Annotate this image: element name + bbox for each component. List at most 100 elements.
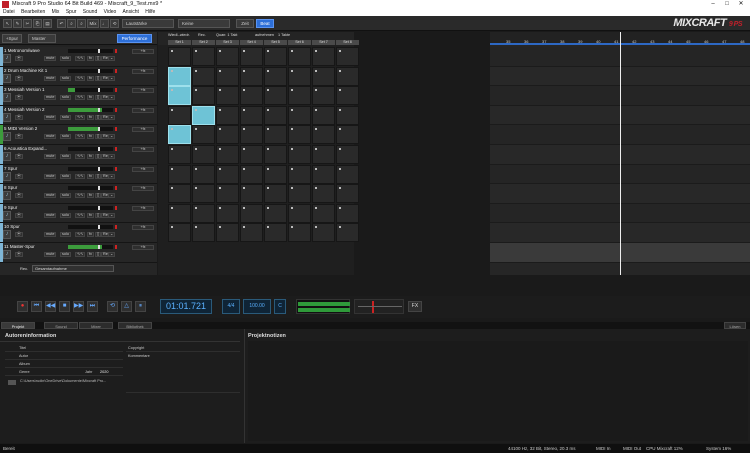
play-trigger-icon[interactable] <box>195 167 197 170</box>
instrument-icon[interactable]: ♪ <box>3 54 11 63</box>
fx-button[interactable]: fx <box>87 252 94 257</box>
grid-cell[interactable] <box>264 125 287 145</box>
track-name[interactable]: 1 Metronom/wave <box>4 48 40 53</box>
grid-cell[interactable] <box>240 125 263 145</box>
fx-button[interactable]: fx <box>87 173 94 179</box>
track-arm-icon[interactable]: ⦿ <box>15 114 23 120</box>
track-row[interactable]: 9 Spur +fx ♪ ⦿ mute solo ∿∿ fx ▯ Rec. ⌄ <box>0 203 157 224</box>
track-name[interactable]: 11 Master-Spur <box>4 244 35 249</box>
track-name[interactable]: 7 Spur <box>4 166 17 171</box>
track-arm-icon[interactable]: ⦿ <box>15 173 23 179</box>
play-trigger-icon[interactable] <box>315 226 317 229</box>
play-trigger-icon[interactable] <box>267 108 269 111</box>
tab-sound[interactable]: Sound <box>44 322 78 329</box>
grid-cell[interactable] <box>312 223 335 243</box>
grid-cell[interactable] <box>168 164 191 184</box>
instrument-icon[interactable]: ♪ <box>3 250 11 259</box>
grid-cell[interactable] <box>168 47 191 66</box>
grid-cell[interactable] <box>216 86 239 106</box>
play-trigger-icon[interactable] <box>243 89 245 92</box>
master-mode-select[interactable]: Master <box>28 34 56 43</box>
menu-datei[interactable]: Datei <box>3 9 15 15</box>
author-field[interactable]: Autor <box>5 353 123 360</box>
track-name[interactable]: 3 Messiah Version 1 <box>4 87 45 92</box>
automation-icon[interactable]: ∿∿ <box>75 95 86 101</box>
grid-cell[interactable] <box>264 164 287 184</box>
master-volume-slider[interactable] <box>354 299 404 314</box>
play-trigger-icon[interactable] <box>339 148 341 150</box>
track-add-fx-button[interactable]: +fx <box>132 88 154 94</box>
chevron-down-icon[interactable]: ⌄ <box>108 114 116 120</box>
grid-cell[interactable] <box>312 145 335 164</box>
chevron-down-icon[interactable]: ⌄ <box>108 193 116 199</box>
tab-library[interactable]: Bibliothek <box>118 322 152 329</box>
select-tool-icon[interactable]: ↖ <box>3 19 12 28</box>
grid-cell[interactable] <box>168 223 191 243</box>
play-trigger-icon[interactable] <box>267 89 269 92</box>
set-label[interactable]: Set 2 <box>192 40 215 45</box>
play-trigger-icon[interactable] <box>291 69 293 72</box>
zeit-button[interactable]: Zeit <box>236 19 254 28</box>
automation-icon[interactable]: ∿∿ <box>75 252 86 257</box>
track-row[interactable]: 5 MIDI Version 2 +fx ♪ ⦿ mute solo ∿∿ fx… <box>0 125 157 145</box>
detach-button[interactable]: Lösen <box>724 322 746 329</box>
grid-cell[interactable] <box>168 184 191 204</box>
play-trigger-icon[interactable] <box>315 167 317 170</box>
keep-select[interactable]: Keine <box>178 19 230 28</box>
play-trigger-icon[interactable] <box>195 128 197 131</box>
play-trigger-icon[interactable] <box>315 89 317 92</box>
play-trigger-icon[interactable] <box>219 50 221 52</box>
grid-bars-select[interactable]: 1 Takte <box>278 33 290 37</box>
solo-button[interactable]: solo <box>60 154 71 159</box>
track-arm-icon[interactable]: ⦿ <box>15 75 23 81</box>
play-trigger-icon[interactable] <box>171 167 173 170</box>
play-trigger-icon[interactable] <box>315 148 317 150</box>
set-label[interactable]: Set 8 <box>336 40 359 45</box>
play-trigger-icon[interactable] <box>171 69 173 72</box>
grid-cell[interactable] <box>288 105 311 125</box>
grid-cell[interactable] <box>216 223 239 243</box>
folder-icon[interactable] <box>8 380 16 385</box>
comments-field[interactable]: Kommentare <box>126 353 240 393</box>
play-trigger-icon[interactable] <box>315 108 317 111</box>
track-add-fx-button[interactable]: +fx <box>132 68 154 74</box>
track-arm-icon[interactable]: ⦿ <box>15 134 23 140</box>
grid-cell[interactable] <box>240 145 263 164</box>
track-add-fx-button[interactable]: +fx <box>132 107 154 113</box>
grid-cell[interactable] <box>336 145 359 164</box>
performance-button[interactable]: Performance <box>117 34 152 43</box>
grid-cell[interactable] <box>264 145 287 164</box>
project-notes-textarea[interactable] <box>248 341 748 441</box>
grid-cell[interactable] <box>312 184 335 204</box>
stop-button[interactable]: ■ <box>59 301 70 312</box>
key-display[interactable]: C <box>274 299 286 314</box>
instrument-icon[interactable]: ♪ <box>3 210 11 220</box>
grid-cell[interactable] <box>216 66 239 86</box>
solo-button[interactable]: solo <box>60 232 71 238</box>
grid-cell[interactable] <box>216 105 239 125</box>
chevron-down-icon[interactable]: ⌄ <box>108 75 116 81</box>
track-row[interactable]: 11 Master-Spur +fx ♪ ⦿ mute solo ∿∿ fx ▯… <box>0 243 157 263</box>
automation-icon[interactable]: ∿∿ <box>75 232 86 238</box>
grid-cell[interactable] <box>240 66 263 86</box>
solo-button[interactable]: solo <box>60 75 71 81</box>
track-volume-fader[interactable] <box>98 127 100 132</box>
grid-cell[interactable] <box>288 125 311 145</box>
grid-cell[interactable] <box>288 66 311 86</box>
grid-cell[interactable] <box>240 86 263 106</box>
year-value[interactable]: 2020 <box>100 369 108 375</box>
play-trigger-icon[interactable] <box>267 226 269 229</box>
track-add-fx-button[interactable]: +fx <box>132 127 154 133</box>
play-trigger-icon[interactable] <box>243 167 245 170</box>
grid-cell[interactable] <box>312 86 335 106</box>
solo-button[interactable]: solo <box>60 56 71 61</box>
undo-icon[interactable]: ↶ <box>57 19 66 28</box>
to-start-button[interactable]: ⏮ <box>31 301 42 312</box>
grid-cell[interactable] <box>288 164 311 184</box>
minimize-icon[interactable]: – <box>706 0 720 9</box>
grid-cell[interactable] <box>240 105 263 125</box>
automation-icon[interactable]: ∿∿ <box>75 75 86 81</box>
chevron-down-icon[interactable]: ⌄ <box>108 173 116 179</box>
mix-button[interactable]: Mix <box>87 19 99 28</box>
play-trigger-icon[interactable] <box>315 206 317 209</box>
